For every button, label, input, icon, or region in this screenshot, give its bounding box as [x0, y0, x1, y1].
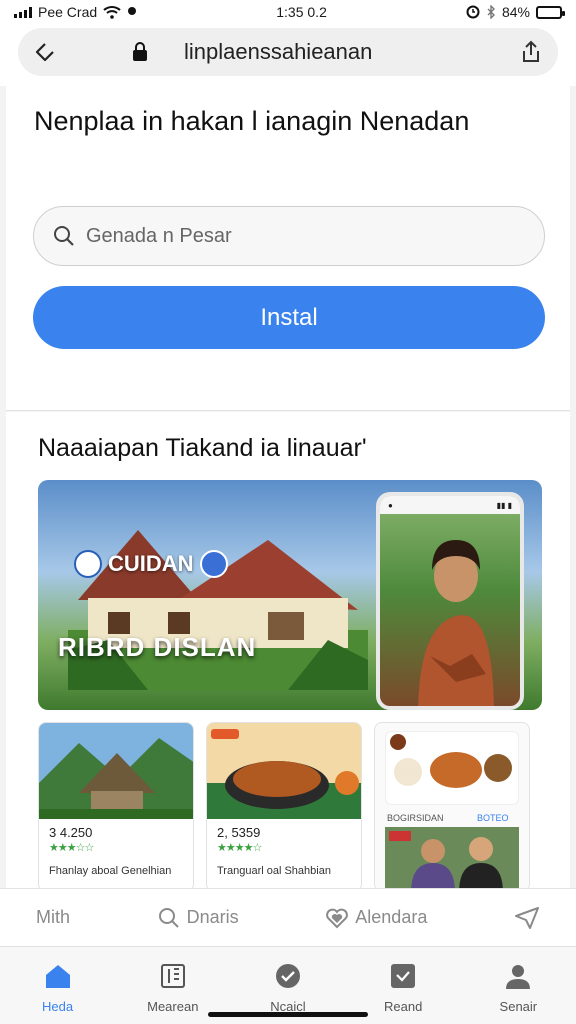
tab-reand[interactable]: Reand — [358, 961, 448, 1014]
profile-icon — [503, 961, 533, 991]
search-icon — [158, 907, 179, 928]
tab-home[interactable]: Heda — [13, 961, 103, 1014]
product-card[interactable]: 3 4.250 ★★★☆☆ Fhanlay aboal Genelhian — [38, 722, 194, 892]
product-name: Fhanlay aboal Genelhian — [49, 865, 172, 877]
star-rating: ★★★★☆ — [217, 842, 262, 854]
tab-mearean[interactable]: Mearean — [128, 961, 218, 1014]
home-icon — [43, 961, 73, 991]
feature-section: Naaaiapan Tiakand ia linauar' CUIDAN RIB… — [6, 412, 570, 892]
browser-toolbar: linplaenssahieanan — [0, 24, 576, 86]
heart-icon — [326, 908, 349, 928]
send-icon — [514, 906, 539, 929]
url-text[interactable]: linplaenssahieanan — [184, 39, 518, 65]
verified-icon — [199, 550, 228, 578]
photo-icon — [388, 961, 418, 991]
share-icon[interactable] — [518, 39, 544, 65]
alarm-icon — [466, 5, 480, 19]
action-label: Dnaris — [186, 907, 239, 927]
temple-image — [39, 723, 193, 819]
dish-thumbnails — [390, 734, 512, 788]
product-name: Tranguarl oal Shahbian — [217, 865, 331, 877]
menu-preview — [385, 731, 519, 805]
action-mith[interactable]: Mith — [36, 907, 70, 928]
home-indicator[interactable] — [208, 1012, 368, 1017]
battery-icon — [535, 5, 565, 19]
tab-label: Heda — [42, 999, 74, 1014]
tab-label: Senair — [499, 999, 538, 1014]
food-image — [207, 723, 361, 819]
back-icon[interactable] — [32, 39, 58, 65]
action-label: Mith — [36, 907, 71, 927]
tab-label: Mearean — [147, 999, 199, 1014]
section-title: Naaaiapan Tiakand ia linauar' — [38, 434, 367, 462]
action-search[interactable]: Dnaris — [157, 906, 239, 930]
product-tiles: 3 4.250 ★★★☆☆ Fhanlay aboal Genelhian 2,… — [38, 722, 542, 892]
lock-icon — [130, 40, 150, 64]
battery-percent: 84% — [501, 4, 530, 20]
clock: 1:35 0.2 — [276, 4, 327, 20]
tab-label: Reand — [384, 999, 423, 1014]
location-icon — [128, 7, 137, 15]
chip-left[interactable]: BOGIRSIDAN — [387, 813, 444, 823]
carrier-label: Pee Crad — [38, 4, 98, 20]
person-photo — [418, 540, 494, 706]
bluetooth-icon — [487, 5, 495, 19]
brand-logo-icon — [74, 550, 102, 578]
chip-right[interactable]: BOTEO — [477, 813, 509, 823]
hero-overlay-text: RIBRD DISLAN — [58, 632, 257, 662]
tab-senair[interactable]: Senair — [473, 961, 563, 1014]
search-icon — [54, 226, 74, 246]
hero-badge: CUIDAN — [74, 550, 228, 578]
product-card[interactable]: 2, 5359 ★★★★☆ Tranguarl oal Shahbian — [206, 722, 362, 892]
app-header-card: Nenplaa in hakan l ianagin Nenadan Insta… — [6, 86, 570, 411]
action-row: Mith Dnaris Alendara — [0, 888, 576, 946]
people-photo — [385, 827, 519, 891]
search-bar[interactable] — [33, 206, 545, 266]
search-input[interactable] — [86, 224, 486, 248]
action-label: Alendara — [355, 907, 428, 927]
app-preview-card[interactable]: BOGIRSIDAN BOTEO — [374, 722, 530, 892]
tab-ncaicl[interactable]: Ncaicl — [243, 961, 333, 1014]
install-button[interactable]: Instal — [33, 286, 545, 349]
app-frame: Pee Crad 1:35 0.2 84% linplaenssahieanan — [0, 0, 576, 1024]
page-title: Nenplaa in hakan l ianagin Nenadan — [34, 106, 470, 136]
phone-mockup: ● ▮▮ ▮ — [376, 492, 524, 710]
signal-icon — [14, 6, 32, 18]
product-price: 3 4.250 — [49, 825, 93, 840]
hero-image[interactable]: CUIDAN RIBRD DISLAN ● ▮▮ ▮ — [38, 480, 542, 710]
book-icon — [158, 961, 188, 991]
hero-badge-text: CUIDAN — [108, 551, 194, 576]
action-send[interactable] — [514, 906, 540, 930]
product-price: 2, 5359 — [217, 825, 261, 840]
traditional-house-image — [68, 530, 368, 690]
status-bar: Pee Crad 1:35 0.2 84% — [0, 0, 576, 24]
address-bar[interactable]: linplaenssahieanan — [18, 28, 558, 76]
check-badge-icon — [273, 961, 303, 991]
star-rating: ★★★☆☆ — [49, 842, 94, 854]
wifi-icon — [103, 6, 121, 19]
action-favorite[interactable]: Alendara — [325, 907, 427, 929]
